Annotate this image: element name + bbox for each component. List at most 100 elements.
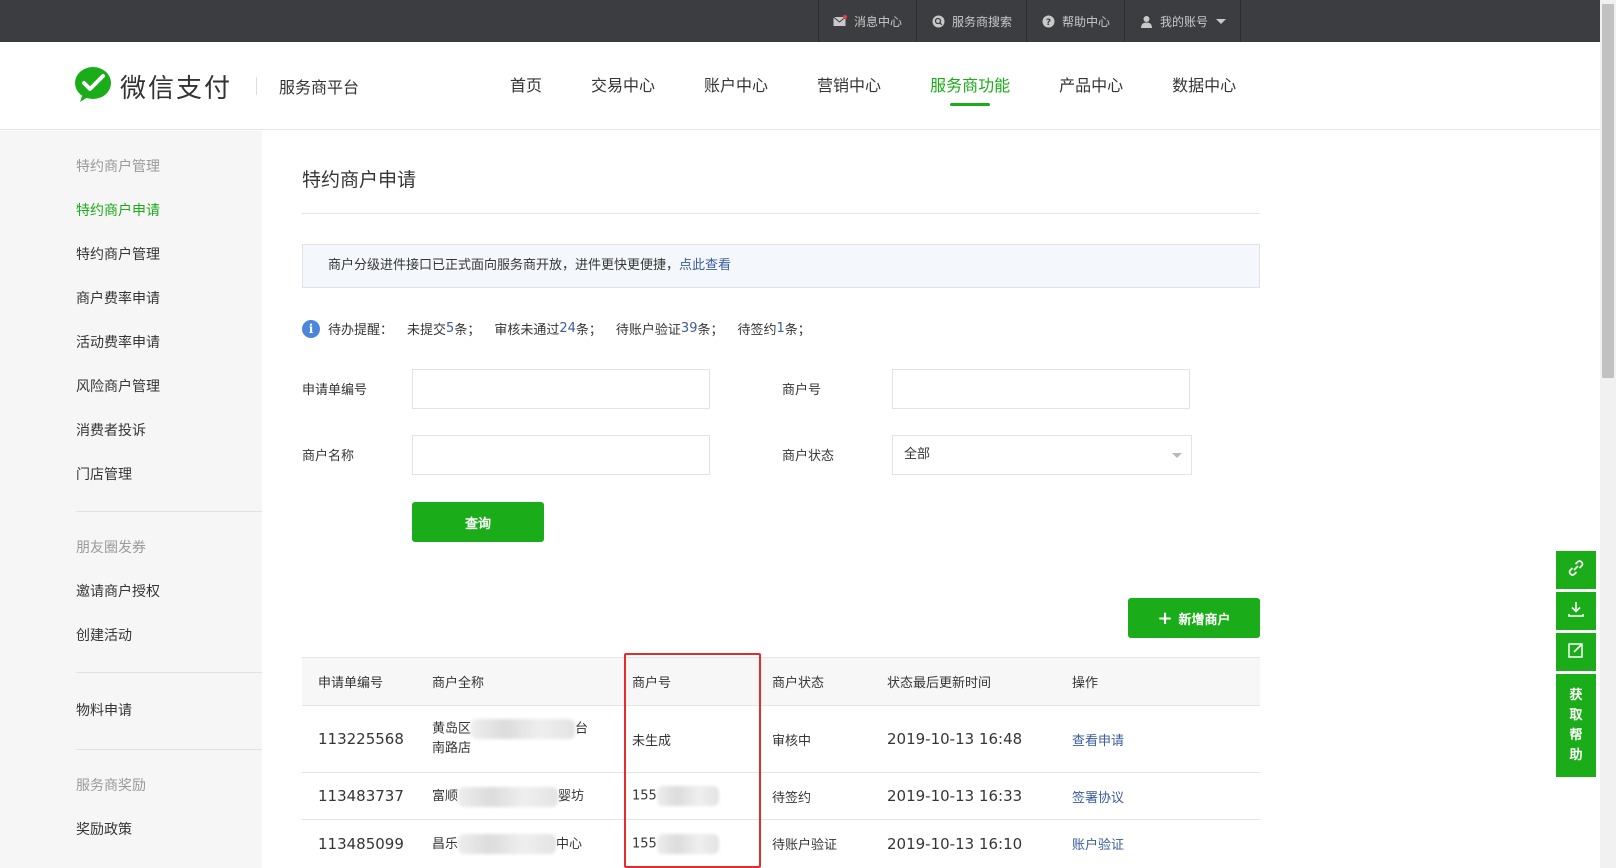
sidebar-item-merchant-application[interactable]: 特约商户申请: [76, 189, 262, 233]
cell-merchant-status: 待签约: [772, 790, 812, 806]
chevron-down-icon: [1172, 453, 1182, 458]
help-icon: ?: [1041, 14, 1055, 28]
todo-sign-count[interactable]: 1: [777, 321, 785, 336]
row-action-link[interactable]: 查看申请: [1072, 730, 1222, 749]
merchant-status-select[interactable]: 全部: [892, 435, 1192, 475]
download-icon: [1567, 600, 1585, 622]
sidebar-group-title: 服务商奖励: [76, 778, 146, 794]
search-icon: [931, 14, 945, 28]
scrollbar-thumb[interactable]: [1602, 4, 1614, 378]
merchant-status-label: 商户状态: [782, 449, 835, 464]
logo[interactable]: 微信支付 服务商平台: [74, 66, 359, 106]
sidebar-item-reward-policy[interactable]: 奖励政策: [76, 808, 262, 852]
nav-accounts[interactable]: 账户中心: [704, 72, 768, 104]
top-bar: 消息中心 服务商搜索 ? 帮助中心 我的账号: [0, 0, 1600, 42]
table-row: 113483737 富顺 婴坊 155 待签约 2019-10-13 16:33 …: [302, 773, 1260, 820]
sidebar-item-risk-merchants[interactable]: 风险商户管理: [76, 365, 262, 409]
sidebar-item-invite-authorization[interactable]: 邀请商户授权: [76, 570, 262, 614]
top-link-label: 我的账号: [1160, 14, 1209, 29]
query-button[interactable]: 查询: [412, 502, 544, 542]
todo-label: 待办提醒：: [328, 323, 394, 338]
col-actions: 操作: [1072, 676, 1099, 691]
sidebar-item-merchant-management[interactable]: 特约商户管理: [76, 233, 262, 277]
col-last-updated: 状态最后更新时间: [887, 676, 992, 691]
todo-unsubmitted-label: 未提交: [407, 323, 447, 338]
merchant-no-input[interactable]: [892, 369, 1190, 409]
nav-home[interactable]: 首页: [510, 72, 542, 104]
redacted-text: [458, 834, 557, 855]
top-link-my-account[interactable]: 我的账号: [1124, 0, 1242, 42]
cell-merchant-status: 待账户验证: [772, 838, 838, 853]
title-divider: [302, 213, 1260, 214]
sidebar-group-moments-coupons: 朋友圈发券 邀请商户授权 创建活动: [0, 512, 262, 658]
edit-icon: [1567, 641, 1585, 663]
sidebar-group-title: 朋友圈发券: [76, 540, 146, 556]
platform-subtitle: 服务商平台: [279, 78, 360, 97]
sidebar-item-material-application[interactable]: 物料申请: [76, 689, 262, 733]
cell-application-no: 113225568: [318, 730, 404, 748]
help-char: 取: [1569, 707, 1583, 723]
todo-unsubmitted-count[interactable]: 5: [446, 321, 454, 336]
merchant-status-value: 全部: [904, 447, 931, 462]
top-link-label: 帮助中心: [1062, 14, 1111, 29]
cell-last-updated: 2019-10-13 16:33: [887, 787, 1023, 805]
table-header: 申请单编号 商户全称 商户号 商户状态 状态最后更新时间 操作: [302, 657, 1260, 706]
top-link-label: 服务商搜索: [952, 14, 1013, 29]
chevron-down-icon: [1216, 18, 1227, 24]
todo-verify-count[interactable]: 39: [681, 321, 698, 336]
link-icon: [1567, 559, 1585, 581]
top-link-messages[interactable]: 消息中心: [818, 0, 916, 42]
cell-merchant-name: 黄岛区 台 南路店: [432, 718, 632, 760]
cell-last-updated: 2019-10-13 16:48: [887, 730, 1023, 748]
col-merchant-status: 商户状态: [772, 676, 825, 691]
highlight-box: [624, 653, 761, 868]
divider: [256, 77, 258, 95]
cell-merchant-status: 审核中: [772, 733, 812, 749]
page-scrollbar[interactable]: [1600, 0, 1616, 868]
user-icon: [1139, 14, 1153, 28]
todo-sign-label: 待签约: [737, 323, 777, 338]
nav-transactions[interactable]: 交易中心: [591, 72, 655, 104]
sidebar-item-rate-application[interactable]: 商户费率申请: [76, 277, 262, 321]
merchant-no-label: 商户号: [782, 383, 822, 398]
feedback-button[interactable]: [1556, 633, 1596, 671]
cell-last-updated: 2019-10-13 16:10: [887, 834, 1023, 853]
link-tool-button[interactable]: [1556, 551, 1596, 589]
todo-rejected-count[interactable]: 24: [559, 321, 576, 336]
sidebar-group-title: 特约商户管理: [76, 159, 160, 175]
merchant-name-end: 中心: [556, 836, 583, 852]
sidebar-item-create-activity[interactable]: 创建活动: [76, 614, 262, 658]
nav-data[interactable]: 数据中心: [1172, 72, 1236, 104]
top-link-help[interactable]: ? 帮助中心: [1026, 0, 1124, 42]
mail-icon: [833, 14, 847, 28]
cell-merchant-name: 富顺 婴坊: [432, 785, 632, 807]
merchant-name-start: 富顺: [432, 789, 459, 805]
nav-marketing[interactable]: 营销中心: [817, 72, 881, 104]
nav-products[interactable]: 产品中心: [1059, 72, 1123, 104]
application-no-input[interactable]: [412, 369, 710, 409]
row-action-link[interactable]: 账户验证: [1072, 834, 1222, 853]
todo-reminder: i 待办提醒： 未提交 5 条； 审核未通过 24 条； 待账户验证 39 条； 待签约 1 条…: [302, 319, 811, 338]
help-char: 帮: [1569, 727, 1583, 743]
top-link-provider-search[interactable]: 服务商搜索: [916, 0, 1026, 42]
sidebar-item-complaints[interactable]: 消费者投诉: [76, 409, 262, 453]
merchant-name-input[interactable]: [412, 435, 710, 475]
sidebar-item-stores[interactable]: 门店管理: [76, 453, 262, 497]
merchant-name-end: 婴坊: [558, 789, 585, 805]
brand-name: 微信支付: [120, 73, 233, 104]
download-button[interactable]: [1556, 592, 1596, 630]
cell-application-no: 113485099: [318, 834, 404, 853]
applications-table: 申请单编号 商户全称 商户号 商户状态 状态最后更新时间 操作 11322556…: [302, 657, 1260, 867]
get-help-button[interactable]: 获 取 帮 助: [1556, 674, 1596, 777]
redacted-text: [471, 718, 576, 739]
row-action-link[interactable]: 签署协议: [1072, 787, 1222, 806]
cell-application-no: 113483737: [318, 787, 404, 805]
merchant-name-start: 昌乐: [432, 836, 459, 852]
nav-provider-functions[interactable]: 服务商功能: [930, 72, 1010, 106]
add-merchant-button[interactable]: + 新增商户: [1128, 598, 1260, 638]
help-char: 助: [1569, 747, 1583, 763]
todo-verify-label: 待账户验证: [615, 323, 681, 338]
sidebar-item-activity-rate[interactable]: 活动费率申请: [76, 321, 262, 365]
merchant-name-start: 黄岛区: [432, 721, 472, 737]
notice-link[interactable]: 点此查看: [679, 258, 731, 273]
